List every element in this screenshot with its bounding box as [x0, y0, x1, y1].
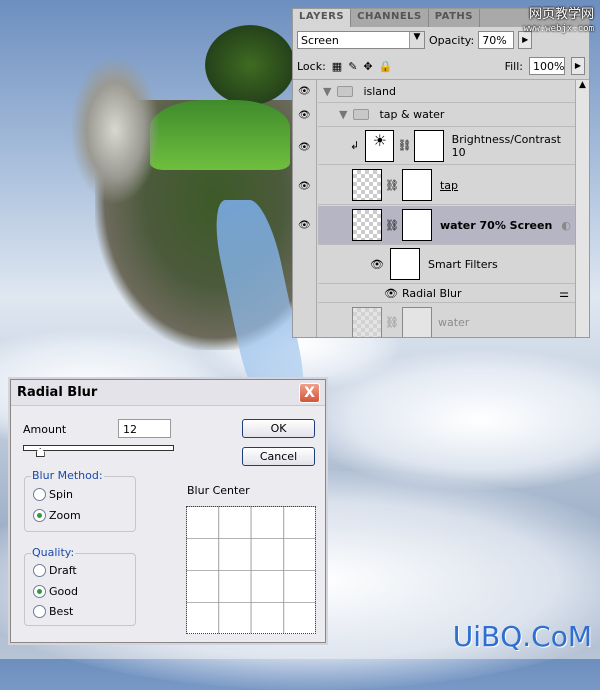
clip-arrow-icon: ↲ — [350, 139, 360, 152]
adjustment-icon: ☀ — [365, 129, 395, 162]
smart-object-thumb — [352, 306, 382, 337]
blur-center-label: Blur Center — [187, 484, 250, 497]
blend-mode-value: Screen — [301, 33, 339, 47]
chevron-down-icon: ▼ — [409, 32, 424, 48]
layer-group-island[interactable]: ▼ island — [318, 80, 575, 103]
smart-filter-icon[interactable]: ◐ — [561, 219, 571, 232]
lock-all-icon[interactable]: 🔒 — [379, 60, 393, 73]
radio-zoom[interactable]: Zoom — [33, 509, 81, 522]
radio-button[interactable] — [33, 509, 46, 522]
radio-draft[interactable]: Draft — [33, 564, 77, 577]
watermark-bottom: UiBQ.CoM — [452, 620, 592, 653]
opacity-label: Opacity: — [429, 33, 475, 47]
layer-name: water 70% Screen — [439, 218, 553, 232]
layers-scrollbar[interactable]: ▲ — [575, 80, 589, 337]
layers-panel: LAYERS CHANNELS PATHS Screen ▼ Opacity: 7… — [292, 8, 590, 338]
eye-icon[interactable]: 👁 — [298, 110, 311, 121]
eye-icon[interactable]: 👁 — [298, 220, 311, 231]
eye-icon[interactable]: 👁 — [298, 86, 311, 97]
radio-button[interactable] — [33, 488, 46, 501]
radial-blur-dialog: Radial Blur X Amount 12 OK Cancel Blur M… — [10, 379, 326, 643]
close-button[interactable]: X — [299, 383, 320, 403]
eye-icon[interactable]: 👁 — [298, 142, 311, 153]
tab-layers[interactable]: LAYERS — [293, 9, 352, 27]
eye-icon[interactable]: 👁 — [298, 181, 311, 192]
layer-name: Smart Filters — [427, 257, 498, 271]
amount-label: Amount — [23, 423, 67, 436]
quality-label: Quality: — [31, 546, 76, 559]
dialog-title: Radial Blur — [11, 380, 325, 406]
lock-label: Lock: — [297, 59, 326, 73]
ok-button[interactable]: OK — [242, 419, 315, 438]
lock-position-icon[interactable]: ✥ — [363, 60, 372, 73]
radio-label: Good — [49, 585, 78, 598]
layer-water-selected[interactable]: ⛓ water 70% Screen ◐ — [318, 206, 575, 245]
filter-mask-thumb — [389, 248, 420, 280]
radio-button[interactable] — [33, 585, 46, 598]
layer-mask-thumb — [401, 306, 432, 337]
tab-channels[interactable]: CHANNELS — [351, 9, 429, 27]
link-icon: ⛓ — [385, 218, 399, 232]
blur-center-preview[interactable] — [186, 506, 316, 634]
tab-paths[interactable]: PATHS — [429, 9, 481, 27]
cancel-button[interactable]: Cancel — [242, 447, 315, 466]
quality-group: Quality: Draft Good Best — [24, 546, 136, 626]
radio-good[interactable]: Good — [33, 585, 78, 598]
radio-label: Spin — [49, 488, 73, 501]
layer-tap[interactable]: ⛓ tap — [318, 166, 575, 205]
watermark-top-line2: www.webjx.com — [523, 24, 594, 34]
layer-radial-blur[interactable]: 👁 Radial Blur ⚌ — [318, 285, 575, 303]
folder-icon — [337, 85, 354, 97]
fill-slider-button[interactable]: ▶ — [571, 57, 585, 75]
watermark-top: 网页教学网 www.webjx.com — [524, 8, 594, 36]
eye-icon[interactable]: 👁 — [384, 287, 398, 300]
layer-mask-thumb — [414, 129, 444, 162]
filter-options-icon[interactable]: ⚌ — [559, 287, 569, 300]
blur-method-label: Blur Method: — [31, 469, 104, 482]
layer-name: Radial Blur — [401, 287, 462, 300]
layer-name: Brightness/Contrast 10 — [451, 132, 561, 159]
scroll-up-icon[interactable]: ▲ — [576, 80, 589, 90]
expand-triangle-icon[interactable]: ▼ — [339, 108, 347, 121]
layer-water[interactable]: ⛓ water — [318, 304, 575, 337]
radio-label: Best — [49, 605, 74, 618]
blur-method-group: Blur Method: Spin Zoom — [24, 469, 136, 532]
fill-input[interactable]: 100% — [529, 57, 565, 75]
layer-brightness-contrast[interactable]: ↲ ☀ ⛓ Brightness/Contrast 10 — [318, 127, 575, 165]
layer-mask-thumb — [401, 169, 432, 201]
layer-mask-thumb — [401, 209, 432, 241]
radio-label: Zoom — [49, 509, 81, 522]
smart-object-thumb — [352, 209, 382, 241]
radio-button[interactable] — [33, 605, 46, 618]
layer-name: island — [363, 84, 397, 98]
layer-group-tap-water[interactable]: ▼ tap & water — [318, 103, 575, 127]
blend-mode-select[interactable]: Screen ▼ — [297, 31, 425, 49]
radio-best[interactable]: Best — [33, 605, 73, 618]
radio-spin[interactable]: Spin — [33, 488, 73, 501]
eye-icon[interactable]: 👁 — [370, 258, 384, 271]
amount-input[interactable]: 12 — [118, 419, 171, 438]
link-icon: ⛓ — [397, 139, 412, 152]
expand-triangle-icon[interactable]: ▼ — [323, 85, 331, 98]
radio-button[interactable] — [33, 564, 46, 577]
watermark-top-line1: 网页教学网 — [528, 7, 594, 22]
layer-smart-filters[interactable]: 👁 Smart Filters — [318, 245, 575, 284]
layer-name: tap — [439, 178, 459, 192]
folder-icon — [353, 109, 370, 120]
smart-object-thumb — [352, 169, 382, 201]
amount-slider[interactable] — [23, 445, 174, 451]
layer-name: tap & water — [379, 108, 445, 121]
radio-label: Draft — [49, 564, 77, 577]
lock-transparency-icon[interactable]: ▦ — [332, 60, 342, 73]
fill-label: Fill: — [504, 59, 523, 73]
link-icon: ⛓ — [385, 316, 399, 329]
lock-pixels-icon[interactable]: ✎ — [348, 60, 357, 73]
opacity-input[interactable]: 70% — [478, 31, 515, 49]
link-icon: ⛓ — [385, 178, 399, 192]
layer-name: water — [437, 316, 470, 329]
